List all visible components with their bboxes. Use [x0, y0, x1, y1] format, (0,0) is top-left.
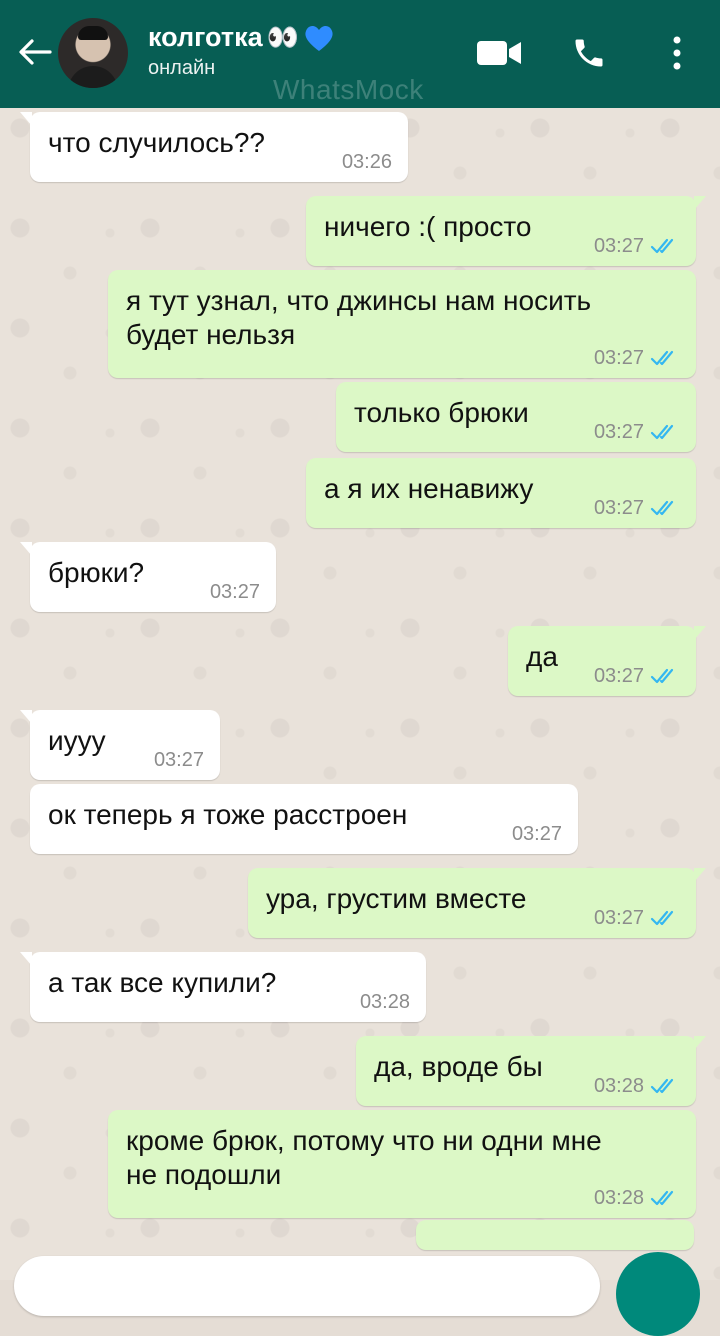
back-arrow-icon[interactable]	[12, 30, 56, 74]
message-meta: 03:27	[594, 908, 680, 928]
message-text: кроме брюк, потому что ни одни мне не по…	[126, 1125, 602, 1190]
blue-heart-icon	[305, 25, 333, 51]
bubble-tail	[694, 196, 706, 210]
message-meta: 03:28	[594, 1188, 680, 1208]
message-time: 03:27	[593, 497, 644, 519]
message-text: а так все купили?	[48, 967, 277, 998]
message-time: 03:27	[511, 823, 562, 845]
message-meta: 03:27	[154, 750, 204, 770]
message-meta: 03:27	[594, 498, 680, 518]
message-input[interactable]	[14, 1256, 600, 1316]
read-receipt-icon	[650, 500, 674, 516]
outgoing-message[interactable]: да, вроде бы 03:28	[356, 1036, 706, 1106]
message-time: 03:27	[153, 749, 204, 771]
message-text: брюки?	[48, 557, 145, 588]
contact-name: колготка	[148, 22, 263, 52]
incoming-message[interactable]: а так все купили? 03:28	[20, 952, 426, 1022]
outgoing-message[interactable]: только брюки 03:27	[336, 382, 696, 452]
more-options-icon[interactable]	[654, 30, 700, 76]
message-meta: 03:27	[512, 824, 562, 844]
message-meta: 03:28	[594, 1076, 680, 1096]
mic-button[interactable]	[616, 1252, 700, 1336]
bubble-tail	[694, 626, 706, 640]
contact-info[interactable]: колготка 👀 онлайн	[148, 22, 335, 80]
message-text: ничего :( просто	[324, 211, 532, 242]
message-time: 03:27	[593, 665, 644, 687]
message-time: 03:27	[593, 235, 644, 257]
read-receipt-icon	[650, 910, 674, 926]
message-time: 03:27	[593, 347, 644, 369]
chat-header: колготка 👀 онлайн WhatsMock	[0, 0, 720, 108]
message-text: иууу	[48, 725, 106, 756]
outgoing-message[interactable]: а я их ненавижу 03:27	[306, 458, 696, 528]
watermark: WhatsMock	[273, 74, 424, 105]
message-text: ура, грустим вместе	[266, 883, 527, 914]
read-receipt-icon	[650, 668, 674, 684]
phone-call-icon[interactable]	[566, 30, 612, 76]
message-meta: 03:27	[594, 348, 680, 368]
message-bubble-partial	[416, 1220, 694, 1250]
message-text: да, вроде бы	[374, 1051, 543, 1082]
read-receipt-icon	[650, 238, 674, 254]
video-call-icon[interactable]	[476, 30, 522, 76]
message-meta: 03:28	[360, 992, 410, 1012]
incoming-message[interactable]: что случилось?? 03:26	[20, 112, 408, 182]
message-meta: 03:27	[594, 422, 680, 442]
message-time: 03:27	[593, 907, 644, 929]
message-meta: 03:27	[594, 236, 680, 256]
message-time: 03:28	[593, 1187, 644, 1209]
message-meta: 03:27	[210, 582, 260, 602]
incoming-message[interactable]: ок теперь я тоже расстроен 03:27	[30, 784, 578, 854]
incoming-message[interactable]: брюки? 03:27	[20, 542, 276, 612]
message-text: да	[526, 641, 558, 672]
read-receipt-icon	[650, 1190, 674, 1206]
read-receipt-icon	[650, 350, 674, 366]
outgoing-message[interactable]: я тут узнал, что джинсы нам носить будет…	[108, 270, 696, 378]
message-text: только брюки	[354, 397, 529, 428]
message-text: а я их ненавижу	[324, 473, 534, 504]
incoming-message[interactable]: иууу 03:27	[20, 710, 220, 780]
read-receipt-icon	[650, 1078, 674, 1094]
bubble-tail	[694, 1036, 706, 1050]
message-time: 03:28	[359, 991, 410, 1013]
read-receipt-icon	[650, 424, 674, 440]
outgoing-message[interactable]: кроме брюк, потому что ни одни мне не по…	[108, 1110, 696, 1218]
outgoing-message[interactable]: ничего :( просто 03:27	[306, 196, 706, 266]
message-meta: 03:26	[342, 152, 392, 172]
message-time: 03:26	[341, 151, 392, 173]
avatar[interactable]	[58, 18, 128, 88]
message-time: 03:27	[593, 421, 644, 443]
message-text: ок теперь я тоже расстроен	[48, 799, 408, 830]
message-time: 03:28	[593, 1075, 644, 1097]
outgoing-message[interactable]: ура, грустим вместе 03:27	[248, 868, 706, 938]
bubble-tail	[20, 710, 32, 724]
bubble-tail	[20, 542, 32, 556]
outgoing-message[interactable]: да 03:27	[508, 626, 706, 696]
message-text: я тут узнал, что джинсы нам носить будет…	[126, 285, 592, 350]
bubble-tail	[20, 112, 32, 126]
message-time: 03:27	[209, 581, 260, 603]
bubble-tail	[694, 868, 706, 882]
message-text: что случилось??	[48, 127, 265, 158]
bubble-tail	[20, 952, 32, 966]
eyes-emoji-icon: 👀	[266, 22, 299, 52]
message-meta: 03:27	[594, 666, 680, 686]
